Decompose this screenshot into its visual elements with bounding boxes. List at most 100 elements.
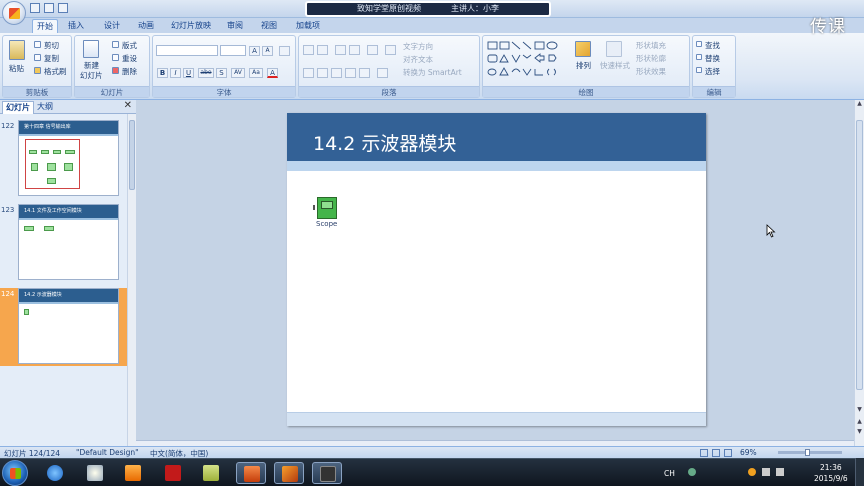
taskbar-camera[interactable]: [312, 462, 342, 484]
numbering-icon[interactable]: [317, 45, 328, 55]
next-slide-icon[interactable]: ▼: [855, 428, 864, 436]
cut-button[interactable]: 剪切: [44, 40, 59, 51]
undo-icon[interactable]: [44, 3, 54, 13]
tab-insert[interactable]: 插入: [63, 19, 89, 33]
paste-icon[interactable]: [9, 40, 25, 60]
taskbar-acrobat[interactable]: [158, 462, 188, 484]
tab-design[interactable]: 设计: [99, 19, 125, 33]
tray-update-icon[interactable]: [748, 468, 756, 476]
redo-icon[interactable]: [58, 3, 68, 13]
current-slide[interactable]: 14.2 示波器模块 Scope: [287, 113, 706, 426]
slides-panel-scrollbar[interactable]: [127, 114, 136, 446]
replace-button[interactable]: 替换: [705, 53, 720, 64]
main-vertical-scrollbar[interactable]: ▲ ▼ ▲ ▼: [854, 100, 864, 446]
start-button[interactable]: [2, 460, 28, 486]
slide-sorter-icon[interactable]: [712, 449, 720, 457]
columns-icon[interactable]: [385, 45, 396, 55]
tab-home[interactable]: 开始: [32, 19, 58, 33]
slide-title[interactable]: 14.2 示波器模块: [313, 129, 456, 156]
show-desktop-button[interactable]: [855, 458, 864, 486]
columns-list-icon[interactable]: [377, 68, 388, 78]
underline-button[interactable]: U: [183, 68, 194, 78]
tab-slide-show[interactable]: 幻灯片放映: [167, 19, 215, 33]
slide-thumbnail-124[interactable]: 124 14.2 示波器模块: [0, 288, 127, 366]
align-left-icon[interactable]: [303, 68, 314, 78]
taskbar-powerpoint[interactable]: [236, 462, 266, 484]
taskbar-ie[interactable]: [40, 462, 70, 484]
tab-animations[interactable]: 动画: [133, 19, 159, 33]
zoom-slider[interactable]: [778, 451, 842, 454]
change-case-button[interactable]: Aa: [249, 68, 263, 78]
bold-button[interactable]: B: [157, 68, 168, 78]
shape-fill-button[interactable]: 形状填充: [636, 40, 666, 51]
line-spacing-icon[interactable]: [367, 45, 378, 55]
font-name-combo[interactable]: [156, 45, 218, 56]
clock-date[interactable]: 2015/9/6: [814, 474, 848, 483]
tray-app-icon[interactable]: [688, 468, 696, 476]
arrange-icon[interactable]: [575, 41, 591, 57]
italic-button[interactable]: I: [170, 68, 181, 78]
scroll-up-icon[interactable]: ▲: [855, 100, 864, 108]
shape-outline-button[interactable]: 形状轮廓: [636, 53, 666, 64]
slide-thumbnail-123[interactable]: 123 14.1 文件及工作空间模块: [0, 204, 127, 282]
layout-button[interactable]: 版式: [122, 40, 137, 51]
strikethrough-button[interactable]: abe: [198, 68, 214, 78]
font-color-button[interactable]: A: [267, 68, 278, 78]
shape-effects-button[interactable]: 形状效果: [636, 66, 666, 77]
network-icon[interactable]: [762, 468, 770, 476]
scroll-down-icon[interactable]: ▼: [855, 406, 864, 414]
reset-button[interactable]: 重设: [122, 53, 137, 64]
grow-font-button[interactable]: A: [249, 46, 260, 56]
align-center-icon[interactable]: [317, 68, 328, 78]
new-slide-icon[interactable]: [83, 40, 99, 58]
tab-review[interactable]: 审阅: [222, 19, 248, 33]
copy-button[interactable]: 复制: [44, 53, 59, 64]
prev-slide-icon[interactable]: ▲: [855, 418, 864, 426]
slide-thumbnail-122[interactable]: 122 第十四章 信号输出库: [0, 120, 127, 198]
quick-styles-button[interactable]: 快速样式: [600, 60, 630, 71]
delete-button[interactable]: 删除: [122, 66, 137, 77]
new-slide-line2[interactable]: 幻灯片: [80, 70, 103, 81]
bullets-icon[interactable]: [303, 45, 314, 55]
taskbar-notes[interactable]: [196, 462, 226, 484]
smartart-button[interactable]: 转换为 SmartArt: [403, 67, 462, 78]
slideshow-view-icon[interactable]: [724, 449, 732, 457]
text-direction-button[interactable]: 文字方向: [403, 41, 433, 52]
quick-styles-icon[interactable]: [606, 41, 622, 57]
volume-icon[interactable]: [776, 468, 784, 476]
tab-view[interactable]: 视图: [256, 19, 282, 33]
zoom-level[interactable]: 69%: [740, 448, 757, 457]
save-icon[interactable]: [30, 3, 40, 13]
taskbar-media-center[interactable]: [80, 462, 110, 484]
scope-block-icon[interactable]: [317, 197, 337, 219]
clock-time[interactable]: 21:36: [820, 463, 842, 472]
find-button[interactable]: 查找: [705, 40, 720, 51]
increase-indent-icon[interactable]: [349, 45, 360, 55]
scroll-thumb[interactable]: [856, 120, 863, 390]
shrink-font-button[interactable]: A: [262, 46, 273, 56]
input-language[interactable]: CH: [664, 469, 675, 478]
arrange-button[interactable]: 排列: [576, 60, 591, 71]
shadow-button[interactable]: S: [216, 68, 227, 78]
char-spacing-button[interactable]: AV: [231, 68, 245, 78]
select-button[interactable]: 选择: [705, 66, 720, 77]
align-text-button[interactable]: 对齐文本: [403, 54, 433, 65]
justify-icon[interactable]: [345, 68, 356, 78]
decrease-indent-icon[interactable]: [335, 45, 346, 55]
distribute-icon[interactable]: [359, 68, 370, 78]
tab-outline[interactable]: 大纲: [34, 101, 56, 114]
shapes-gallery-icon[interactable]: [486, 40, 568, 80]
align-right-icon[interactable]: [331, 68, 342, 78]
close-panel-icon[interactable]: ✕: [124, 100, 132, 111]
zoom-slider-knob[interactable]: [805, 449, 810, 456]
tab-addins[interactable]: 加载项: [290, 19, 326, 33]
font-size-combo[interactable]: [220, 45, 246, 56]
paste-button[interactable]: 粘贴: [9, 63, 24, 74]
taskbar-media-player[interactable]: [118, 462, 148, 484]
office-button[interactable]: [2, 1, 26, 25]
format-painter-button[interactable]: 格式刷: [44, 66, 67, 77]
clear-format-icon[interactable]: [279, 46, 290, 56]
normal-view-icon[interactable]: [700, 449, 708, 457]
taskbar-matlab[interactable]: [274, 462, 304, 484]
tab-slides[interactable]: 幻灯片: [2, 101, 34, 114]
